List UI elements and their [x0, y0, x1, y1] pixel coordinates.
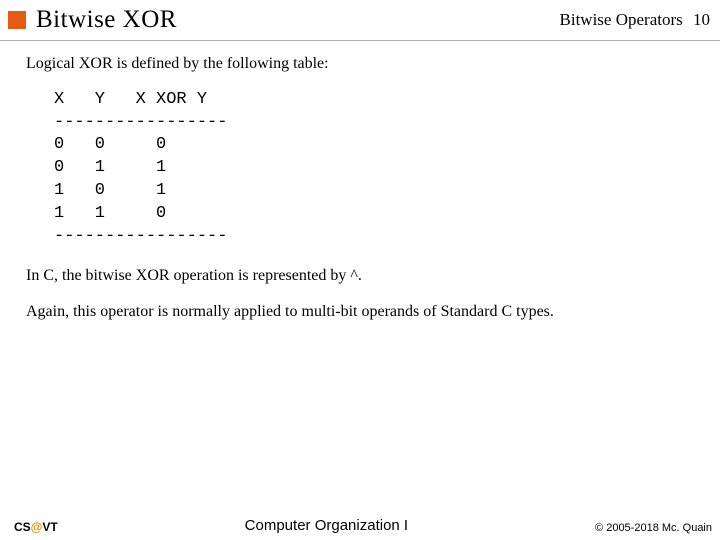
- header-right: Bitwise Operators 10: [560, 10, 710, 30]
- footer-left: CS@VT: [14, 520, 58, 534]
- footer-left-post: VT: [42, 520, 57, 534]
- footer-copyright: © 2005-2018 Mc. Quain: [595, 522, 712, 534]
- slide-title: Bitwise XOR: [36, 6, 560, 34]
- body-line-3: Again, this operator is normally applied…: [26, 301, 694, 323]
- footer-center: Computer Organization I: [58, 517, 595, 534]
- accent-square-icon: [8, 11, 26, 29]
- slide-footer: CS@VT Computer Organization I © 2005-201…: [0, 517, 720, 540]
- page-number: 10: [693, 10, 710, 29]
- truth-table: X Y X XOR Y ----------------- 0 0 0 0 1 …: [54, 89, 694, 250]
- section-label: Bitwise Operators: [560, 10, 683, 29]
- footer-left-pre: CS: [14, 520, 31, 534]
- slide-body: Logical XOR is defined by the following …: [0, 41, 720, 517]
- body-line-2: In C, the bitwise XOR operation is repre…: [26, 265, 694, 287]
- slide: Bitwise XOR Bitwise Operators 10 Logical…: [0, 0, 720, 540]
- slide-header: Bitwise XOR Bitwise Operators 10: [0, 0, 720, 38]
- intro-text: Logical XOR is defined by the following …: [26, 53, 694, 75]
- footer-at-symbol: @: [31, 520, 43, 534]
